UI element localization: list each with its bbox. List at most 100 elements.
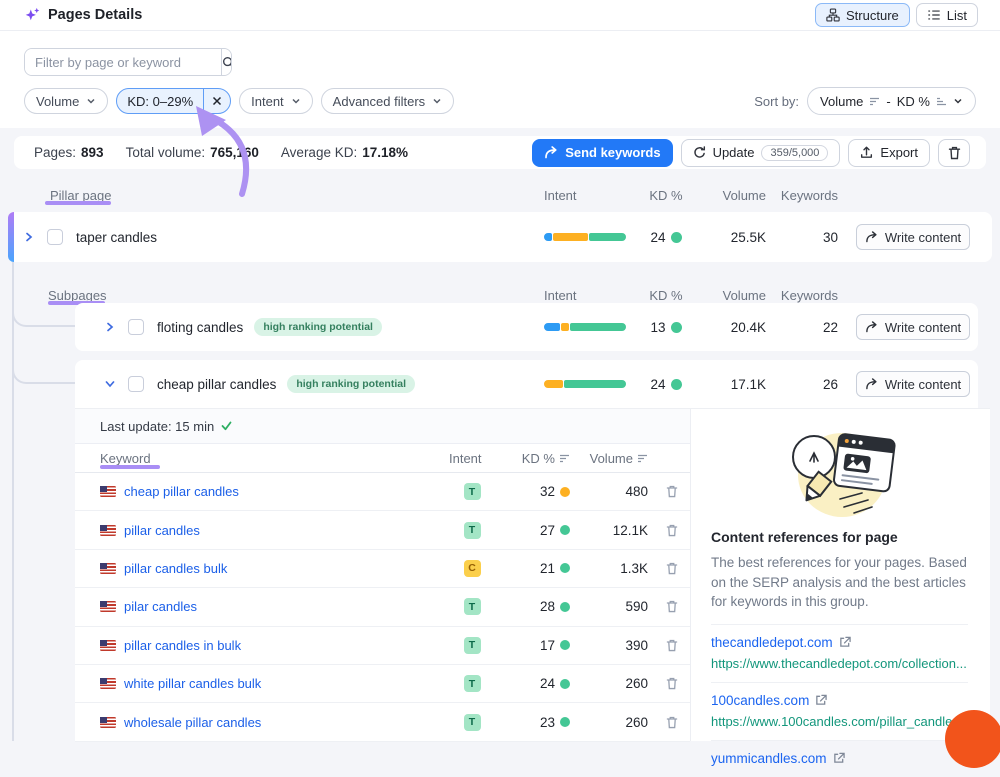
- last-update-bar: Last update: 15 min: [75, 409, 690, 444]
- keyword-link[interactable]: white pillar candles bulk: [124, 676, 261, 691]
- external-link-icon: [833, 752, 845, 764]
- write-content-arrow-icon: [865, 378, 878, 390]
- delete-keyword-button[interactable]: [648, 562, 678, 575]
- volume-value: 260: [570, 676, 648, 691]
- keyword-table-header: Keyword Intent KD % Volume: [75, 444, 690, 473]
- kd-filter-chip[interactable]: KD: 0–29%: [116, 88, 231, 114]
- reference-domain-link[interactable]: yummicandles.com: [711, 751, 968, 766]
- reference-url[interactable]: https://www.100candles.com/pillar_candle…: [711, 714, 968, 729]
- chat-fab-button[interactable]: [945, 710, 1000, 768]
- reference-domain-link[interactable]: thecandledepot.com: [711, 635, 968, 650]
- intent-filter-chip[interactable]: Intent: [239, 88, 313, 114]
- average-kd-label: Average KD:: [281, 145, 357, 160]
- reference-url[interactable]: https://www.thecandledepot.com/collectio…: [711, 656, 968, 671]
- sort-by-dropdown[interactable]: Volume - KD %: [807, 87, 976, 115]
- sort-asc-icon: [936, 96, 947, 106]
- write-content-label: Write content: [885, 377, 961, 392]
- advanced-filters-chip[interactable]: Advanced filters: [321, 88, 455, 114]
- column-intent: Intent: [544, 188, 626, 203]
- keywords-count: 26: [766, 377, 838, 392]
- total-volume-label: Total volume:: [126, 145, 206, 160]
- row-checkbox[interactable]: [128, 376, 144, 392]
- volume-value: 17.1K: [706, 377, 766, 392]
- structure-icon: [826, 8, 840, 22]
- chevron-right-icon[interactable]: [24, 232, 34, 242]
- write-content-button[interactable]: Write content: [856, 371, 970, 397]
- write-content-label: Write content: [885, 320, 961, 335]
- reference-item: thecandledepot.com https://www.thecandle…: [711, 625, 968, 683]
- send-keywords-button[interactable]: Send keywords: [532, 139, 672, 167]
- kd-dot: [560, 602, 570, 612]
- kd-value: 17: [540, 638, 555, 653]
- keyword-link[interactable]: cheap pillar candles: [124, 484, 239, 499]
- intent-bar: [544, 233, 626, 241]
- keyword-row: pillar candles T 27 12.1K: [75, 511, 690, 549]
- keyword-link[interactable]: pilar candles: [124, 599, 197, 614]
- kd-filter-clear-button[interactable]: [203, 89, 230, 113]
- intent-badge: T: [464, 714, 481, 731]
- delete-keyword-button[interactable]: [648, 600, 678, 613]
- filter-band: Volume KD: 0–29% Intent Advanced filters…: [0, 30, 1000, 128]
- delete-button[interactable]: [938, 139, 970, 167]
- structure-view-button[interactable]: Structure: [815, 3, 910, 27]
- reference-domain-link[interactable]: 100candles.com: [711, 693, 968, 708]
- volume-value: 390: [570, 638, 648, 653]
- search-input[interactable]: [25, 49, 221, 75]
- reference-domain: thecandledepot.com: [711, 635, 833, 650]
- subpage-row-name-area: floting candles high ranking potential: [105, 318, 544, 336]
- row-checkbox[interactable]: [128, 319, 144, 335]
- header-kd[interactable]: KD %: [495, 451, 570, 466]
- header-volume[interactable]: Volume: [570, 451, 648, 466]
- keyword-row: white pillar candles bulk T 24 260: [75, 665, 690, 703]
- chevron-down-icon: [86, 96, 96, 106]
- pillar-page-row[interactable]: taper candles 24 25.5K 30 Write content: [8, 212, 992, 262]
- keyword-link[interactable]: pillar candles: [124, 523, 200, 538]
- trash-icon: [666, 485, 678, 498]
- chevron-down-icon: [291, 96, 301, 106]
- kd-value: 28: [540, 599, 555, 614]
- chevron-right-icon[interactable]: [105, 322, 115, 332]
- write-content-button[interactable]: Write content: [856, 224, 970, 250]
- sort-icon: [637, 453, 648, 463]
- keyword-link[interactable]: pillar candles in bulk: [124, 638, 241, 653]
- keywords-count: 30: [766, 230, 838, 245]
- subpage-row[interactable]: floting candles high ranking potential 1…: [75, 303, 978, 351]
- subpage-row-expanded[interactable]: cheap pillar candles high ranking potent…: [75, 360, 978, 408]
- header-volume-label: Volume: [590, 451, 633, 466]
- volume-filter-chip[interactable]: Volume: [24, 88, 108, 114]
- external-link-icon: [839, 636, 851, 648]
- chevron-down-icon[interactable]: [105, 379, 115, 389]
- trash-icon: [666, 716, 678, 729]
- pillar-row-name-area: taper candles: [24, 229, 544, 245]
- kd-dot: [671, 322, 682, 333]
- check-icon: [221, 421, 232, 431]
- delete-keyword-button[interactable]: [648, 524, 678, 537]
- sort-by: Sort by: Volume - KD %: [754, 87, 976, 115]
- column-kd: KD %: [626, 188, 706, 203]
- kd-value: 32: [540, 484, 555, 499]
- average-kd-value: 17.18%: [362, 145, 408, 160]
- kd-dot: [560, 679, 570, 689]
- kd-value: 24: [540, 676, 555, 691]
- delete-keyword-button[interactable]: [648, 485, 678, 498]
- list-view-button[interactable]: List: [916, 3, 978, 27]
- export-button[interactable]: Export: [848, 139, 930, 167]
- intent-badge: C: [464, 560, 481, 577]
- delete-keyword-button[interactable]: [648, 716, 678, 729]
- intent-badge: T: [464, 637, 481, 654]
- trash-icon: [666, 639, 678, 652]
- subpage-name: floting candles: [157, 320, 243, 335]
- volume-value: 590: [570, 599, 648, 614]
- view-toggle: Structure List: [815, 3, 978, 27]
- last-update-text: Last update: 15 min: [100, 419, 214, 434]
- update-button[interactable]: Update 359/5,000: [681, 139, 841, 167]
- us-flag-icon: [100, 678, 116, 689]
- keywords-count: 22: [766, 320, 838, 335]
- write-content-button[interactable]: Write content: [856, 314, 970, 340]
- keyword-link[interactable]: pillar candles bulk: [124, 561, 227, 576]
- search-button[interactable]: [221, 49, 232, 75]
- row-checkbox[interactable]: [47, 229, 63, 245]
- delete-keyword-button[interactable]: [648, 677, 678, 690]
- delete-keyword-button[interactable]: [648, 639, 678, 652]
- keyword-link[interactable]: wholesale pillar candles: [124, 715, 261, 730]
